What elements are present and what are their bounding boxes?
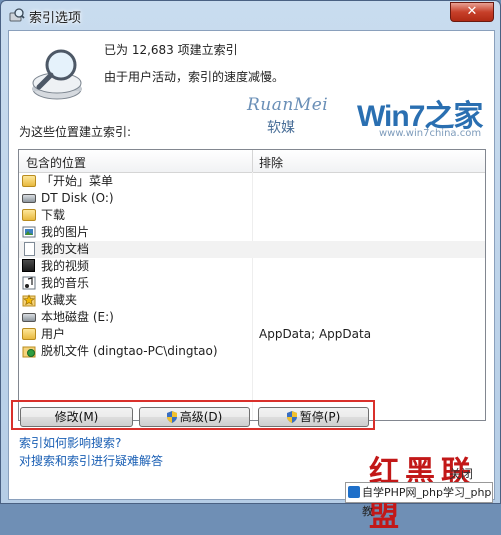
users-folder-icon xyxy=(22,327,36,341)
location-name: 收藏夹 xyxy=(41,293,78,307)
music-icon xyxy=(22,276,36,290)
list-header: 包含的位置 排除 xyxy=(19,150,485,173)
pictures-icon xyxy=(22,225,36,239)
pause-button-label: 暂停(P) xyxy=(299,410,341,424)
indexing-magnifier-icon xyxy=(32,49,82,100)
troubleshoot-link[interactable]: 对搜索和索引进行疑难解答 xyxy=(19,452,163,469)
offline-files-icon xyxy=(22,344,36,358)
ruanmei-watermark: RuanMei xyxy=(247,95,329,115)
videos-icon xyxy=(22,259,36,273)
dialog-body: 已为 12,683 项建立索引 由于用户活动，索引的速度减慢。 RuanMei … xyxy=(8,30,495,534)
advanced-button-label: 高级(D) xyxy=(179,410,223,424)
column-header-excluded[interactable]: 排除 xyxy=(259,154,283,171)
location-name: 我的文档 xyxy=(41,242,90,256)
list-item[interactable]: 我的视频 xyxy=(19,258,485,275)
location-name: 我的音乐 xyxy=(41,276,90,290)
favorites-icon xyxy=(22,293,36,307)
downloads-folder-icon xyxy=(22,208,36,222)
pause-button[interactable]: 暂停(P) xyxy=(258,407,369,427)
location-name: 脱机文件 (dingtao-PC\dingtao) xyxy=(41,344,218,358)
location-rows: 「开始」菜单 DT Disk (O:) 下载 我的图片 我的文档 我的视频 我的… xyxy=(19,173,485,360)
modify-button-label: 修改(M) xyxy=(54,410,99,424)
indexed-locations-list[interactable]: 包含的位置 排除 「开始」菜单 DT Disk (O:) 下载 我的图片 我的文… xyxy=(18,149,486,421)
title-bar[interactable]: 索引选项 ✕ xyxy=(1,1,500,29)
index-speed-text: 由于用户活动，索引的速度减慢。 xyxy=(104,70,285,84)
close-button[interactable]: 关闭 xyxy=(449,465,473,482)
location-name: 「开始」菜单 xyxy=(41,174,114,188)
location-name: 用户 xyxy=(41,327,66,341)
indexing-options-window: 索引选项 ✕ 已为 12,683 项建立索引 由于用户活动，索引的速度减慢。 R… xyxy=(0,0,501,534)
list-item[interactable]: 收藏夹 xyxy=(19,292,485,309)
documents-icon xyxy=(22,242,36,256)
uac-shield-icon xyxy=(166,411,177,423)
window-close-button[interactable]: ✕ xyxy=(450,2,494,22)
list-item[interactable]: 我的音乐 xyxy=(19,275,485,292)
win7-url-watermark: www.win7china.com xyxy=(379,128,482,139)
drive-icon xyxy=(22,310,36,324)
list-item[interactable]: DT Disk (O:) xyxy=(19,190,485,207)
advanced-button[interactable]: 高级(D) xyxy=(139,407,250,427)
indexed-count-text: 已为 12,683 项建立索引 xyxy=(104,43,238,57)
search-help-link[interactable]: 索引如何影响搜索? xyxy=(19,434,121,451)
location-name: 我的图片 xyxy=(41,225,90,239)
drive-icon xyxy=(22,191,36,205)
list-item[interactable]: 下载 xyxy=(19,207,485,224)
location-name: DT Disk (O:) xyxy=(41,191,114,205)
site-watermark-bar: 自学PHP网_php学习_php教 xyxy=(345,482,493,518)
list-item[interactable]: 本地磁盘 (E:) xyxy=(19,309,485,326)
indexing-app-icon xyxy=(9,8,25,22)
list-item[interactable]: 「开始」菜单 xyxy=(19,173,485,190)
modify-button[interactable]: 修改(M) xyxy=(20,407,133,427)
list-item[interactable]: 我的文档 xyxy=(19,241,485,258)
location-exclude: AppData; AppData xyxy=(259,327,372,341)
window-title: 索引选项 xyxy=(29,11,82,26)
ruanmei-cn-watermark: 软媒 xyxy=(267,120,295,136)
site-logo-icon xyxy=(348,486,360,498)
location-name: 本地磁盘 (E:) xyxy=(41,310,114,324)
list-item[interactable]: 脱机文件 (dingtao-PC\dingtao) xyxy=(19,343,485,360)
list-item[interactable]: 我的图片 xyxy=(19,224,485,241)
location-name: 我的视频 xyxy=(41,259,90,273)
location-name: 下载 xyxy=(41,208,66,222)
action-buttons-highlight: 修改(M) 高级(D) 暂停(P) xyxy=(11,400,375,430)
column-header-included[interactable]: 包含的位置 xyxy=(26,154,86,171)
locations-section-label: 为这些位置建立索引: xyxy=(19,125,132,139)
uac-shield-icon xyxy=(286,411,297,423)
column-separator[interactable] xyxy=(252,150,253,172)
start-menu-folder-icon xyxy=(22,174,36,188)
list-item[interactable]: 用户 AppData; AppData xyxy=(19,326,485,343)
